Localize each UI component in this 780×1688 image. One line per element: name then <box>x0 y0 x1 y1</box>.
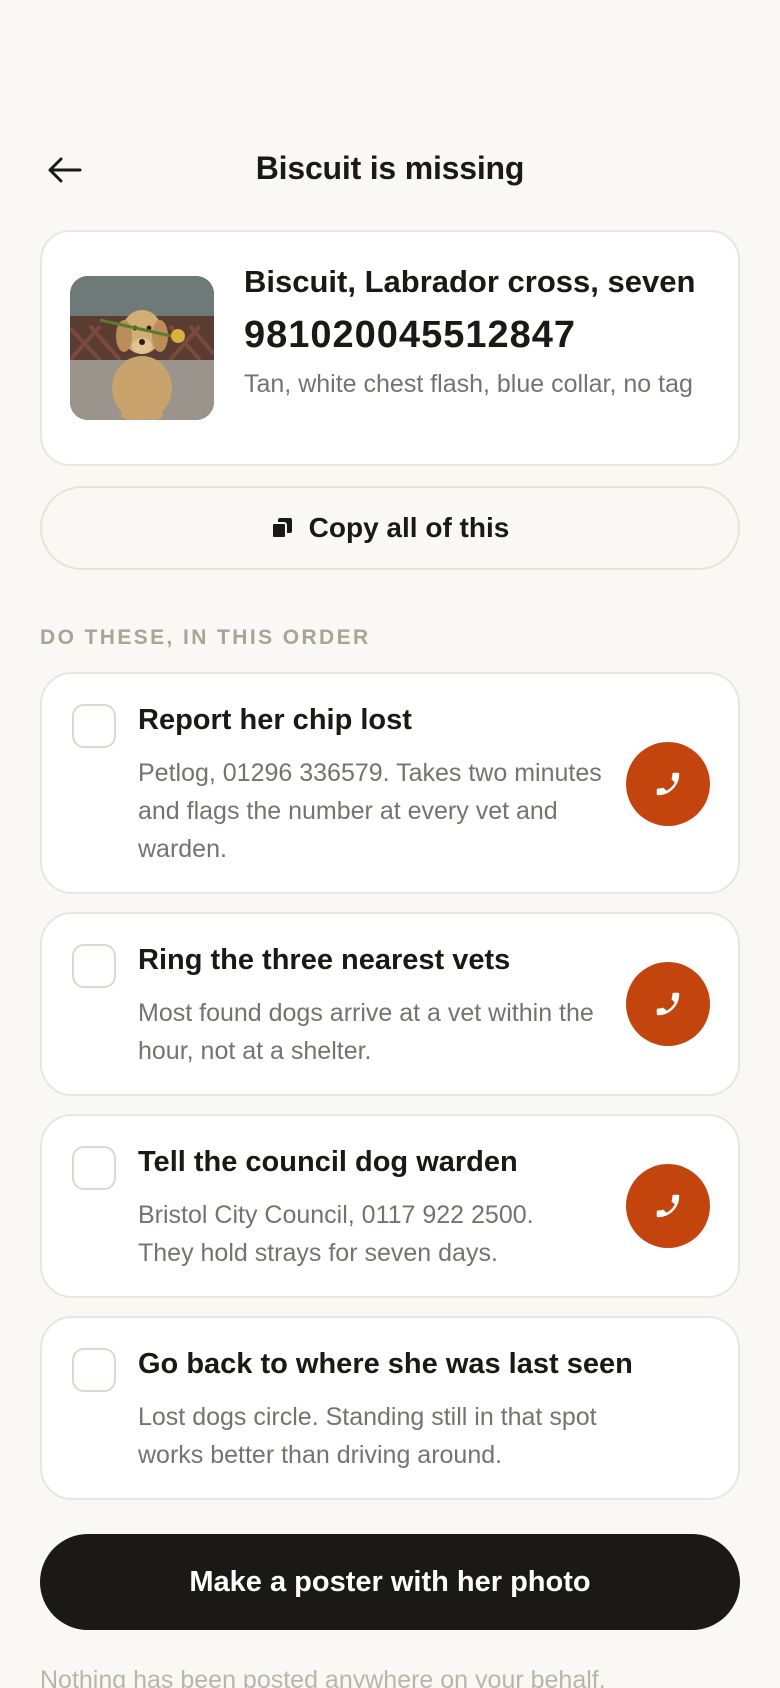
phone-icon <box>656 992 680 1016</box>
make-poster-label: Make a poster with her photo <box>189 1565 591 1598</box>
task-title: Report her chip lost <box>138 704 412 736</box>
task-title: Go back to where she was last seen <box>138 1348 633 1380</box>
phone-icon <box>656 1194 680 1218</box>
dog-photo <box>70 276 214 420</box>
copy-all-button[interactable]: Copy all of this <box>40 486 740 570</box>
dog-name: Biscuit, Labrador cross, seven <box>244 264 696 299</box>
task-title: Ring the three nearest vets <box>138 944 511 976</box>
phone-icon <box>656 772 680 796</box>
call-button[interactable] <box>626 962 710 1046</box>
dog-description: Tan, white chest flash, blue collar, no … <box>244 370 693 398</box>
task-checkbox[interactable] <box>72 704 116 748</box>
page-title: Biscuit is missing <box>255 150 525 186</box>
footer-note: Nothing has been posted anywhere on your… <box>40 1666 606 1688</box>
task-card: Report her chip lost Petlog, 01296 33657… <box>40 672 740 894</box>
dog-info-card: Biscuit, Labrador cross, seven 981020045… <box>40 230 740 466</box>
task-card: Ring the three nearest vets Most found d… <box>40 912 740 1096</box>
task-card: Go back to where she was last seen Lost … <box>40 1316 740 1500</box>
task-description: Petlog, 01296 336579. Takes two minutes … <box>138 759 602 863</box>
task-title: Tell the council dog warden <box>138 1146 518 1178</box>
task-checkbox[interactable] <box>72 944 116 988</box>
task-description: Lost dogs circle. Standing still in that… <box>138 1403 597 1469</box>
copy-icon <box>270 518 292 539</box>
missing-dog-screen: Biscuit is missing Biscuit, Labrador cro… <box>0 0 780 1688</box>
call-button[interactable] <box>626 742 710 826</box>
call-button[interactable] <box>626 1164 710 1248</box>
task-checkbox[interactable] <box>72 1146 116 1190</box>
make-poster-button[interactable]: Make a poster with her photo <box>40 1534 740 1630</box>
chip-number: 981020045512847 <box>244 314 577 356</box>
section-label: DO THESE, IN THIS ORDER <box>40 626 371 649</box>
task-checkbox[interactable] <box>72 1348 116 1392</box>
copy-all-label: Copy all of this <box>308 512 510 543</box>
task-description: Bristol City Council, 0117 922 2500. The… <box>138 1201 534 1267</box>
header: Biscuit is missing <box>0 140 780 200</box>
task-description: Most found dogs arrive at a vet within t… <box>138 999 594 1065</box>
task-card: Tell the council dog warden Bristol City… <box>40 1114 740 1298</box>
